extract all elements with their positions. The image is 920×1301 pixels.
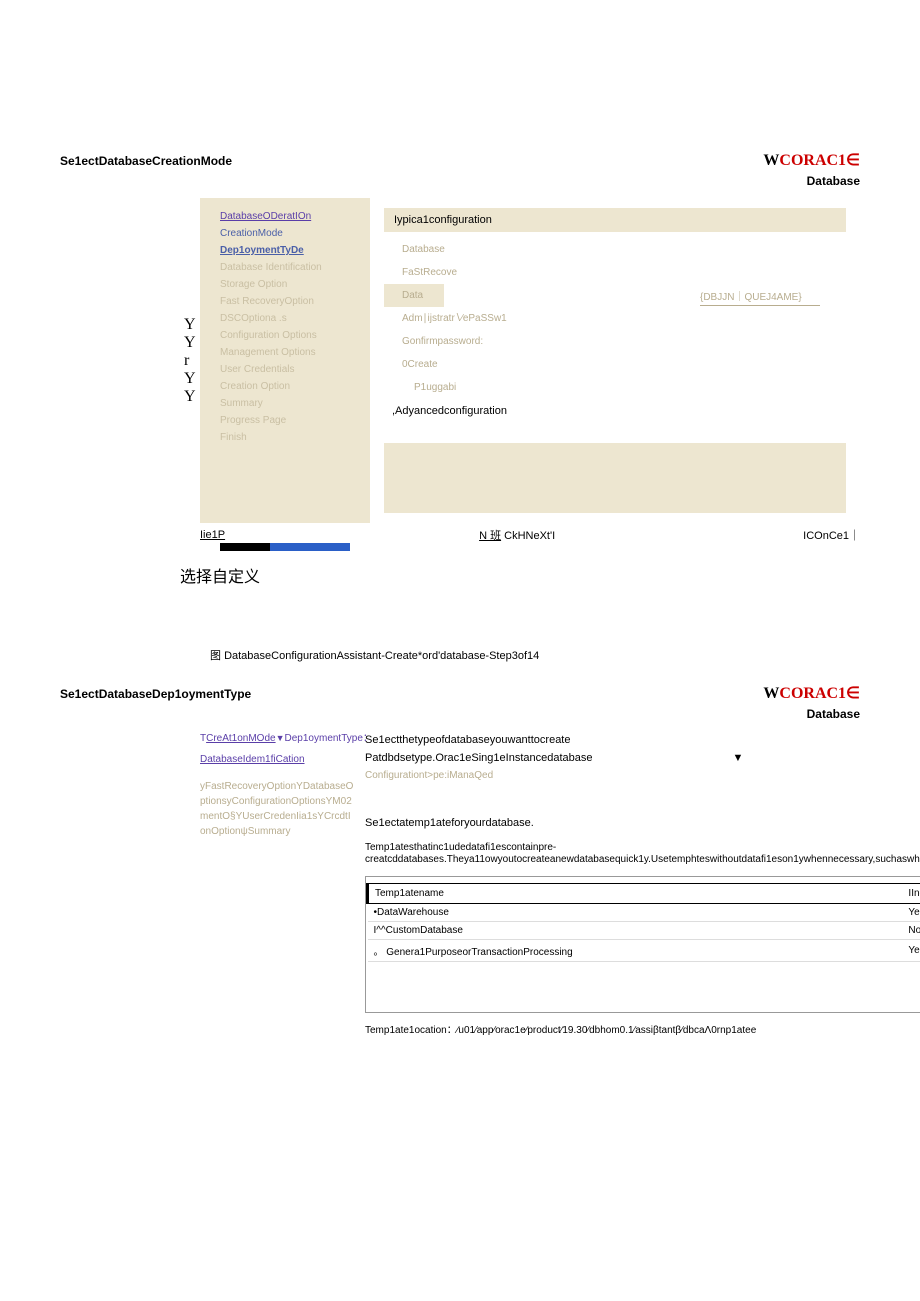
sidebar-marks: Y Y r Y Y — [184, 316, 196, 406]
progress-bar — [220, 543, 420, 551]
wizard-step-3: 图 DatabaseConfigurationAssistant-Create*… — [60, 647, 860, 1036]
dbjjn-field: {DBJJN｜QUEJ4AME} — [700, 288, 820, 306]
brand-logo: WCORAC1∈ — [763, 150, 860, 170]
select-type-label: Se1ectthetypeofdatabaseyouwanttocreate — [365, 731, 920, 749]
wizard-footer: Iie1P N 班 CkHNeXt'I ICOnCe1｜ — [200, 527, 860, 543]
config-type-label: Configurationt>pe:iManaQed — [365, 767, 920, 784]
table-header-row: Temp1atename IInc1udedatafi1es Detai1s — [368, 884, 920, 904]
template-table: Temp1atename IInc1udedatafi1es Detai1s •… — [366, 883, 920, 962]
dropdown-arrow-icon[interactable]: ▼ — [733, 752, 744, 764]
cell-inc: Yes — [902, 940, 920, 962]
sidebar3-creation-deployment[interactable]: TCreAt1onMOde▼Dep1oymentType： — [200, 731, 355, 746]
template-table-container: Temp1atename IInc1udedatafi1es Detai1s •… — [365, 876, 920, 1013]
data-label: Data — [384, 284, 444, 307]
sidebar-item-progress-page: Progress Page — [206, 412, 364, 429]
create-label: 0Create — [384, 353, 846, 376]
db-type-value: Patdbdsetype.Orac1eSing1eInstancedatabas… — [365, 752, 593, 764]
sidebar3-db-identification[interactable]: DatabaseIdem1fiCation — [200, 752, 355, 767]
header-row: Se1ectDatabaseCreationMode WCORAC1∈ Data… — [60, 150, 860, 188]
progress-black — [220, 543, 270, 551]
sidebar-item-fast-recovery: Fast RecoveryOption — [206, 293, 364, 310]
sidebar-item-summary: Summary — [206, 395, 364, 412]
cell-inc: Yes — [902, 904, 920, 922]
typical-config-label: Iypica1configuration — [394, 214, 492, 226]
progress-blue — [270, 543, 350, 551]
table-row[interactable]: 。 Genera1PurposeorTransactionProcessing … — [368, 940, 920, 962]
brand-block-3: WCORAC1∈ Database — [763, 683, 860, 721]
typical-config-option[interactable]: Iypica1configuration — [384, 208, 846, 232]
wizard-sidebar-3: TCreAt1onMOde▼Dep1oymentType： DatabaseId… — [200, 731, 365, 1036]
help-button[interactable]: Iie1P — [200, 529, 231, 541]
cell-name: •DataWarehouse — [368, 904, 903, 922]
beige-box — [384, 443, 846, 513]
cell-inc: No — [902, 922, 920, 940]
wizard-panel-3: TCreAt1onMOde▼Dep1oymentType： DatabaseId… — [200, 731, 860, 1036]
db-type-row: Patdbdsetype.Orac1eSing1eInstancedatabas… — [365, 749, 920, 767]
sidebar-item-user-credentials: User Credentials — [206, 361, 364, 378]
wizard-sidebar: Y Y r Y Y DatabaseODeratIOn CreationMode… — [200, 198, 370, 523]
page-title-3: Se1ectDatabaseDep1oymentType — [60, 687, 251, 701]
brand-subtitle-3: Database — [763, 707, 860, 721]
page-title: Se1ectDatabaseCreationMode — [60, 154, 232, 168]
cancel-button[interactable]: ICOnCe1｜ — [803, 527, 860, 543]
brand-subtitle: Database — [763, 174, 860, 188]
th-include-datafiles: IInc1udedatafi1es — [902, 884, 920, 904]
admin-password-label: Adm∣ijstratr∖∕ePaSSw1 — [384, 307, 846, 330]
sidebar-item-finish: Finish — [206, 429, 364, 446]
cell-name: I^^CustomDatabase — [368, 922, 903, 940]
database-field-label: Database — [384, 238, 846, 261]
sidebar-item-database-operation[interactable]: DatabaseODeratIOn — [206, 208, 364, 225]
sidebar-item-config-options: Configuration Options — [206, 327, 364, 344]
table-row[interactable]: I^^CustomDatabase No VIeWdettI1s — [368, 922, 920, 940]
wizard-main-3: Se1ectthetypeofdatabaseyouwanttocreate P… — [365, 731, 920, 1036]
wizard-main: Iypica1configuration {DBJJN｜QUEJ4AME} Da… — [370, 198, 860, 523]
template-description: Temp1atesthatinc1udedatafi1escontainpre-… — [365, 842, 920, 866]
header-row-3: Se1ectDatabaseDep1oymentType WCORAC1∈ Da… — [60, 683, 860, 721]
th-template-name: Temp1atename — [368, 884, 903, 904]
template-location: Temp1ate1ocation：∕u01∕app∕orac1e∕product… — [365, 1021, 920, 1036]
advanced-config-option[interactable]: ,Adyancedconfiguration — [384, 399, 846, 423]
fast-recove-label: FaStRecove — [384, 261, 846, 284]
sidebar-item-mgmt-options: Management Options — [206, 344, 364, 361]
sidebar-item-dsc-options: DSCOptiona .s — [206, 310, 364, 327]
pluggabi-label: P1uggabi — [384, 376, 846, 399]
figure-caption: 图 DatabaseConfigurationAssistant-Create*… — [210, 647, 860, 663]
brand-block: WCORAC1∈ Database — [763, 150, 860, 188]
cell-name: 。 Genera1PurposeorTransactionProcessing — [368, 940, 903, 962]
confirm-password-label: Gonfirmpassword: — [384, 330, 846, 353]
wizard-step-2: Se1ectDatabaseCreationMode WCORAC1∈ Data… — [60, 150, 860, 587]
sidebar-item-creation-option: Creation Option — [206, 378, 364, 395]
back-next-buttons[interactable]: N 班 CkHNeXt'I — [479, 527, 555, 543]
chinese-caption: 选择自定义 — [180, 563, 860, 587]
sidebar3-remaining-steps: yFastRecoveryOptionYDatabaseOptionsyConf… — [200, 779, 355, 839]
sidebar-item-deployment-type[interactable]: Dep1oymentTyDe — [206, 242, 364, 259]
wizard-panel: Y Y r Y Y DatabaseODeratIOn CreationMode… — [200, 198, 860, 523]
sidebar-item-db-identification: Database Identification — [206, 259, 364, 276]
brand-logo-3: WCORAC1∈ — [763, 683, 860, 703]
select-template-label: Se1ectatemp1ateforyourdatabase. — [365, 814, 920, 832]
sidebar-item-creation-mode[interactable]: CreationMode — [206, 225, 364, 242]
table-row[interactable]: •DataWarehouse Yes VieWdetai1s — [368, 904, 920, 922]
sidebar-item-storage-option: Storage Option — [206, 276, 364, 293]
